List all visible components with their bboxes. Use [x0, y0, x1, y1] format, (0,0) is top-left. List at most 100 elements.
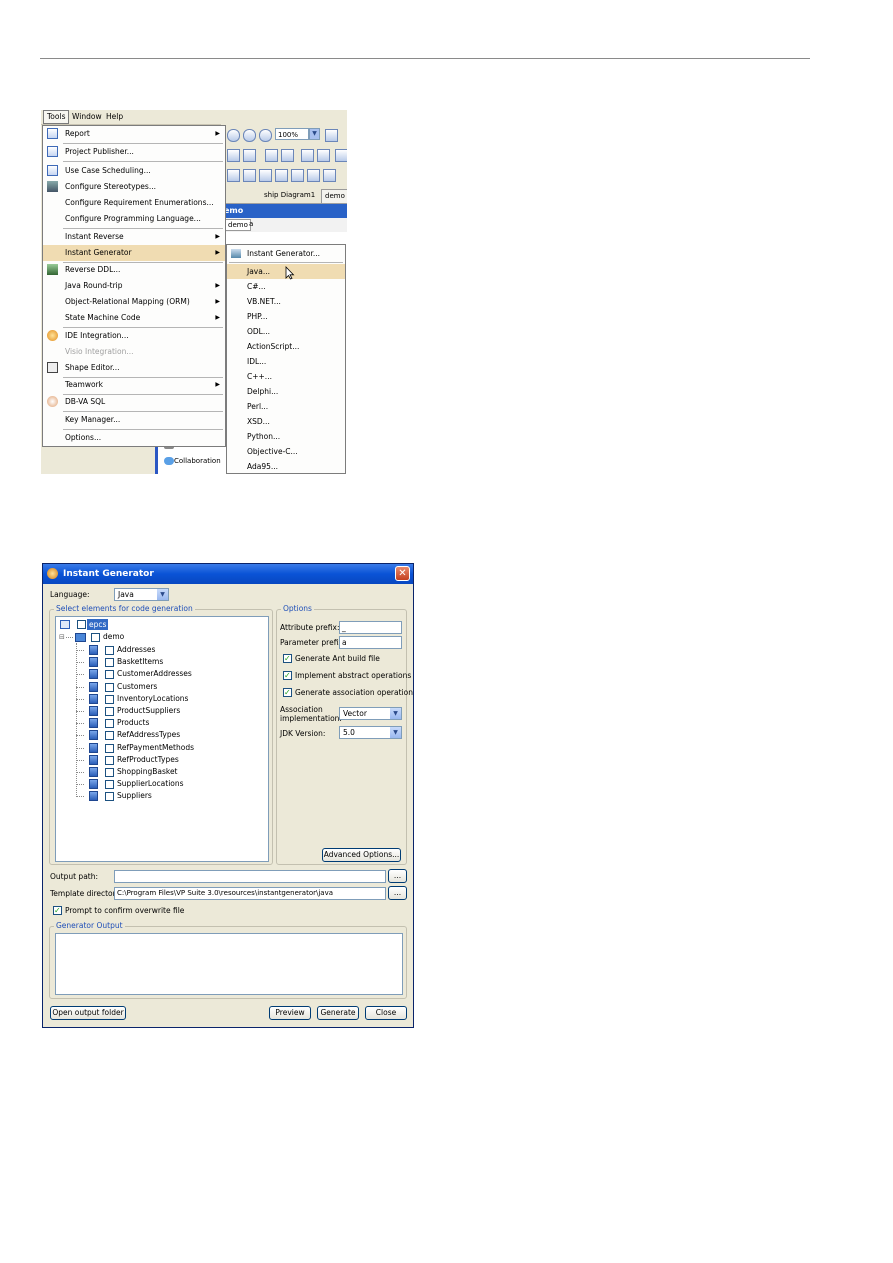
menu-item-ide-integration[interactable]: IDE Integration...: [43, 328, 225, 344]
toolbar-icon[interactable]: [259, 169, 272, 182]
tree-table-checkbox[interactable]: [105, 731, 114, 741]
tree-table-item[interactable]: ShoppingBasket: [58, 766, 258, 778]
tree-table-item[interactable]: Addresses: [58, 644, 258, 656]
generator-output-area[interactable]: [55, 933, 403, 995]
toolbar-icon[interactable]: [265, 149, 278, 162]
palette-item-collaboration[interactable]: Collaboration: [164, 454, 221, 468]
open-output-folder-button[interactable]: Open output folder: [50, 1006, 126, 1020]
toolbar-icon[interactable]: [275, 169, 288, 182]
implement-abstract-checkbox[interactable]: [283, 670, 292, 682]
toolbar-icon[interactable]: [281, 149, 294, 162]
prompt-overwrite-checkbox[interactable]: [53, 905, 62, 917]
menu-window[interactable]: Window: [69, 111, 105, 123]
template-directory-input[interactable]: C:\Program Files\VP Suite 3.0\resources\…: [114, 887, 386, 900]
menu-item-configure-stereotypes[interactable]: Configure Stereotypes...: [43, 179, 225, 195]
tab-demo[interactable]: demo: [321, 189, 347, 203]
menu-item-options[interactable]: Options...: [43, 430, 225, 446]
tree-table-item[interactable]: Products: [58, 717, 258, 729]
menu-item-instant-generator[interactable]: Instant Generator ▶: [43, 245, 225, 261]
menu-item-db-va-sql[interactable]: DB-VA SQL: [43, 394, 225, 410]
tree-table-checkbox[interactable]: [105, 707, 114, 716]
menu-item-java-round-trip[interactable]: Java Round-trip ▶: [43, 278, 225, 294]
menu-item-teamwork[interactable]: Teamwork ▶: [43, 377, 225, 393]
parameter-prefix-input[interactable]: a: [339, 636, 402, 649]
tree-table-checkbox[interactable]: [105, 719, 114, 729]
tree-table-item[interactable]: CustomerAddresses: [58, 668, 258, 680]
close-icon[interactable]: ✕: [395, 566, 410, 581]
tree-table-item[interactable]: RefPaymentMethods: [58, 742, 258, 754]
submenu-item-idl[interactable]: IDL...: [227, 354, 345, 369]
menu-item-use-case-scheduling[interactable]: Use Case Scheduling...: [43, 163, 225, 179]
tree-table-checkbox[interactable]: [105, 694, 114, 704]
elements-tree[interactable]: epcs ⊟ demo Addresses BasketItems Customer…: [55, 616, 269, 862]
tree-root-epcs[interactable]: epcs: [58, 619, 258, 631]
toolbar-icon[interactable]: [243, 169, 256, 182]
submenu-item-cpp[interactable]: C++...: [227, 369, 345, 384]
tree-table-checkbox[interactable]: [105, 743, 114, 753]
submenu-item-python[interactable]: Python...: [227, 429, 345, 444]
zoom-out-icon[interactable]: [243, 129, 256, 142]
toolbar-icon[interactable]: [317, 149, 330, 162]
output-path-input[interactable]: [114, 870, 386, 883]
submenu-item-perl[interactable]: Perl...: [227, 399, 345, 414]
menu-item-configure-programming-language[interactable]: Configure Programming Language...: [43, 211, 225, 227]
eraser-icon[interactable]: [325, 129, 338, 142]
tree-table-item[interactable]: Suppliers: [58, 790, 258, 802]
association-select[interactable]: Vector ▼: [339, 707, 402, 720]
generate-association-checkbox[interactable]: [283, 687, 292, 699]
zoom-in-icon[interactable]: [227, 129, 240, 142]
submenu-item-ada95[interactable]: Ada95...: [227, 459, 345, 474]
submenu-item-instant-generator[interactable]: Instant Generator...: [227, 246, 345, 261]
menu-tools[interactable]: Tools: [43, 110, 70, 124]
toolbar-icon[interactable]: [227, 149, 240, 162]
submenu-item-objective-c[interactable]: Objective-C...: [227, 444, 345, 459]
template-directory-browse-button[interactable]: ...: [388, 886, 407, 900]
menu-item-key-manager[interactable]: Key Manager...: [43, 412, 225, 428]
tree-table-item[interactable]: InventoryLocations: [58, 693, 258, 705]
tree-table-checkbox[interactable]: [105, 792, 114, 802]
menu-item-reverse-ddl[interactable]: Reverse DDL...: [43, 262, 225, 278]
submenu-item-actionscript[interactable]: ActionScript...: [227, 339, 345, 354]
generate-ant-checkbox[interactable]: [283, 653, 292, 665]
menu-item-visio-integration[interactable]: Visio Integration...: [43, 344, 225, 360]
toolbar-icon[interactable]: [307, 169, 320, 182]
submenu-item-java[interactable]: Java...: [227, 264, 345, 280]
preview-button[interactable]: Preview: [269, 1006, 311, 1020]
tree-package-checkbox[interactable]: [91, 633, 100, 642]
submenu-item-csharp[interactable]: C#...: [227, 279, 345, 294]
toolbar-icon[interactable]: [291, 169, 304, 182]
tree-table-checkbox[interactable]: [105, 768, 114, 777]
toolbar-icon[interactable]: [243, 149, 256, 162]
menu-item-state-machine-code[interactable]: State Machine Code ▶: [43, 310, 225, 326]
language-select[interactable]: Java ▼: [114, 588, 169, 601]
toolbar-icon[interactable]: [323, 169, 336, 182]
zoom-fit-icon[interactable]: [259, 129, 272, 142]
menu-item-configure-requirement-enumerations[interactable]: Configure Requirement Enumerations...: [43, 195, 225, 211]
tree-root-checkbox[interactable]: [77, 620, 86, 629]
menu-item-report[interactable]: Report ▶: [43, 126, 225, 142]
tree-table-item[interactable]: RefAddressTypes: [58, 729, 258, 741]
close-button[interactable]: Close: [365, 1006, 407, 1020]
jdk-select[interactable]: 5.0 ▼: [339, 726, 402, 739]
subtab-demo[interactable]: demo: [225, 219, 251, 231]
tree-table-checkbox[interactable]: [105, 755, 114, 765]
tree-table-item[interactable]: SupplierLocations: [58, 778, 258, 790]
attribute-prefix-input[interactable]: _: [339, 621, 402, 634]
toolbar-icon[interactable]: [301, 149, 314, 162]
toolbar-icon[interactable]: [335, 149, 347, 162]
tree-table-checkbox[interactable]: [105, 670, 114, 680]
zoom-combo[interactable]: 100%: [275, 128, 309, 140]
zoom-dropdown-icon[interactable]: ▼: [309, 128, 320, 140]
submenu-item-delphi[interactable]: Delphi...: [227, 384, 345, 399]
tree-table-item[interactable]: ProductSuppliers: [58, 705, 258, 717]
menu-help[interactable]: Help: [103, 111, 126, 123]
tree-table-checkbox[interactable]: [105, 682, 114, 692]
menu-item-shape-editor[interactable]: Shape Editor...: [43, 360, 225, 376]
advanced-options-button[interactable]: Advanced Options...: [322, 848, 401, 862]
submenu-item-php[interactable]: PHP...: [227, 309, 345, 324]
tree-table-item[interactable]: RefProductTypes: [58, 754, 258, 766]
collapse-toggle-icon[interactable]: ⊟: [59, 631, 65, 643]
menu-item-instant-reverse[interactable]: Instant Reverse ▶: [43, 229, 225, 245]
menu-item-orm[interactable]: Object-Relational Mapping (ORM) ▶: [43, 294, 225, 310]
tree-table-item[interactable]: Customers: [58, 681, 258, 693]
